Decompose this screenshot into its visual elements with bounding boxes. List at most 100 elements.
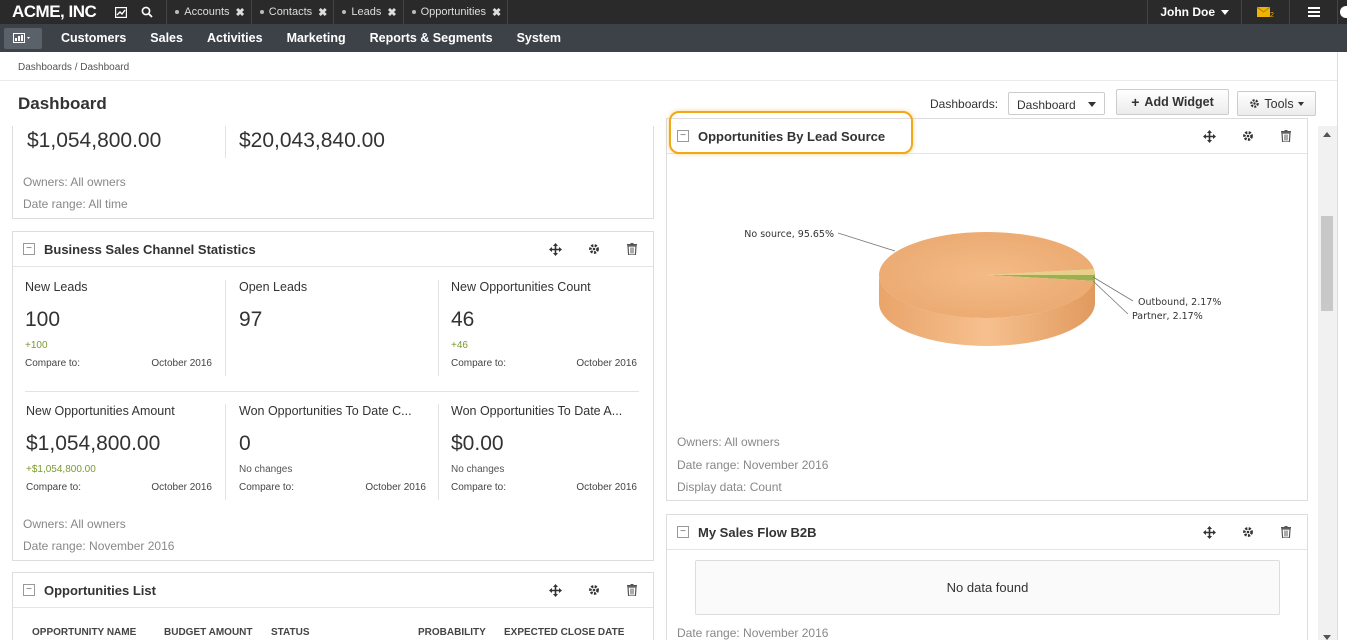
gear-icon[interactable]: [587, 242, 601, 256]
nav-system[interactable]: System: [505, 31, 573, 45]
plus-icon: +: [1131, 94, 1140, 110]
nav-reports-segments[interactable]: Reports & Segments: [358, 31, 505, 45]
close-icon[interactable]: ✖: [492, 6, 501, 19]
date-range-text: Date range: November 2016: [677, 626, 829, 640]
menu-icon: [1307, 7, 1320, 17]
dashboard-menu-button[interactable]: [4, 27, 42, 49]
widget-title: My Sales Flow B2B: [698, 525, 817, 540]
user-menu[interactable]: John Doe: [1147, 0, 1241, 24]
trash-icon[interactable]: [1279, 525, 1293, 539]
search-icon[interactable]: [134, 0, 160, 24]
tools-button[interactable]: Tools: [1237, 91, 1316, 116]
chevron-down-icon: [1297, 101, 1304, 106]
date-range-text: Date range: November 2016: [677, 458, 829, 472]
scrollbar[interactable]: [1318, 126, 1337, 640]
trash-icon[interactable]: [625, 242, 639, 256]
metric-new-leads: New Leads 100 +100 Compare to: October 20…: [25, 280, 212, 369]
move-icon[interactable]: [1202, 129, 1216, 143]
forecast-widget: $1,054,800.00 $20,043,840.00 Owners: All…: [12, 126, 654, 219]
compare-value: October 2016: [151, 482, 212, 493]
chevron-down-icon: [1221, 9, 1229, 15]
metric-label: New Leads: [25, 280, 88, 294]
collapse-icon[interactable]: −: [677, 526, 689, 538]
scroll-down-icon[interactable]: [1323, 635, 1331, 640]
dashboard-icon[interactable]: [108, 0, 134, 24]
gear-icon: [1250, 99, 1260, 108]
dashboard-select[interactable]: Dashboard: [1008, 92, 1105, 115]
compare-row: Compare to: October 2016: [26, 482, 212, 493]
widget-title: Opportunities List: [44, 583, 156, 598]
metric-value: $0.00: [451, 432, 504, 455]
metric-new-opportunities-amount: New Opportunities Amount $1,054,800.00 +…: [26, 404, 212, 493]
compare-label: Compare to:: [451, 358, 507, 369]
column-header[interactable]: BUDGET AMOUNT: [164, 627, 253, 638]
column-header[interactable]: OPPORTUNITY NAME: [32, 627, 136, 638]
close-icon[interactable]: ✖: [387, 6, 396, 19]
chevron-down-icon: [1088, 102, 1096, 107]
scroll-up-icon[interactable]: [1323, 132, 1331, 137]
widget-title: Business Sales Channel Statistics: [44, 242, 256, 257]
menu-button[interactable]: [1289, 0, 1337, 24]
label-partner-line: [1092, 280, 1129, 315]
help-button[interactable]: [1337, 0, 1347, 24]
collapse-icon[interactable]: −: [23, 584, 35, 596]
close-icon[interactable]: ✖: [318, 6, 327, 19]
empty-state: No data found: [695, 560, 1280, 615]
metric-change: +100: [25, 340, 48, 351]
nav-activities[interactable]: Activities: [195, 31, 275, 45]
move-icon[interactable]: [548, 583, 562, 597]
mail-button[interactable]: 2: [1241, 0, 1289, 24]
divider: [225, 280, 226, 376]
compare-value: October 2016: [151, 358, 212, 369]
breadcrumb[interactable]: Dashboards / Dashboard: [18, 62, 129, 73]
tab-label: Contacts: [268, 6, 313, 18]
metric-label: New Opportunities Amount: [26, 404, 175, 418]
divider: [438, 280, 439, 376]
collapse-icon[interactable]: −: [23, 243, 35, 255]
metric-value: 100: [25, 308, 61, 331]
metric-won-opportunities-amount: Won Opportunities To Date A... $0.00 No …: [451, 404, 637, 493]
tab-leads[interactable]: Leads ✖: [333, 0, 402, 24]
top-bar: ACME, INC Accounts ✖ Contacts ✖ Leads ✖ Opp…: [0, 0, 1347, 24]
divider: [25, 391, 639, 392]
divider: [225, 404, 226, 500]
tools-label: Tools: [1264, 96, 1294, 111]
compare-label: Compare to:: [25, 358, 81, 369]
tab-opportunities[interactable]: Opportunities ✖: [402, 0, 508, 24]
gear-icon[interactable]: [1241, 525, 1255, 539]
chart-icon: [13, 33, 30, 43]
column-header[interactable]: PROBABILITY: [418, 627, 486, 638]
metric-label: Won Opportunities To Date C...: [239, 404, 412, 418]
widget-header: − Opportunities List: [13, 573, 653, 608]
compare-value: October 2016: [576, 358, 637, 369]
gear-icon[interactable]: [1241, 129, 1255, 143]
page-title: Dashboard: [18, 94, 107, 113]
close-icon[interactable]: ✖: [236, 6, 245, 19]
column-header[interactable]: STATUS: [271, 627, 310, 638]
gear-icon[interactable]: [587, 583, 601, 597]
label-partner: Partner, 2.17%: [1132, 311, 1203, 322]
metric-new-opportunities-count: New Opportunities Count 46 +46 Compare t…: [451, 280, 637, 369]
empty-state-text: No data found: [946, 580, 1029, 595]
nav-sales[interactable]: Sales: [138, 31, 195, 45]
scroll-thumb[interactable]: [1321, 216, 1333, 311]
mail-icon: 2: [1256, 6, 1274, 18]
tab-contacts[interactable]: Contacts ✖: [250, 0, 334, 24]
trash-icon[interactable]: [625, 583, 639, 597]
nav-marketing[interactable]: Marketing: [275, 31, 358, 45]
add-widget-button[interactable]: + Add Widget: [1116, 89, 1229, 115]
tab-label: Leads: [351, 6, 382, 18]
page-edge: [1337, 52, 1347, 640]
metric-label: Won Opportunities To Date A...: [451, 404, 623, 418]
nav-customers[interactable]: Customers: [49, 31, 138, 45]
dashboard-select-value: Dashboard: [1017, 98, 1076, 112]
tab-accounts[interactable]: Accounts ✖: [166, 0, 250, 24]
column-header[interactable]: EXPECTED CLOSE DATE: [504, 627, 624, 638]
app-logo[interactable]: ACME, INC: [0, 0, 108, 24]
main-nav: Customers Sales Activities Marketing Rep…: [0, 24, 1347, 52]
move-icon[interactable]: [1202, 525, 1216, 539]
move-icon[interactable]: [548, 242, 562, 256]
date-range-text: Date range: November 2016: [23, 539, 175, 553]
tab-label: Accounts: [184, 6, 230, 18]
trash-icon[interactable]: [1279, 129, 1293, 143]
